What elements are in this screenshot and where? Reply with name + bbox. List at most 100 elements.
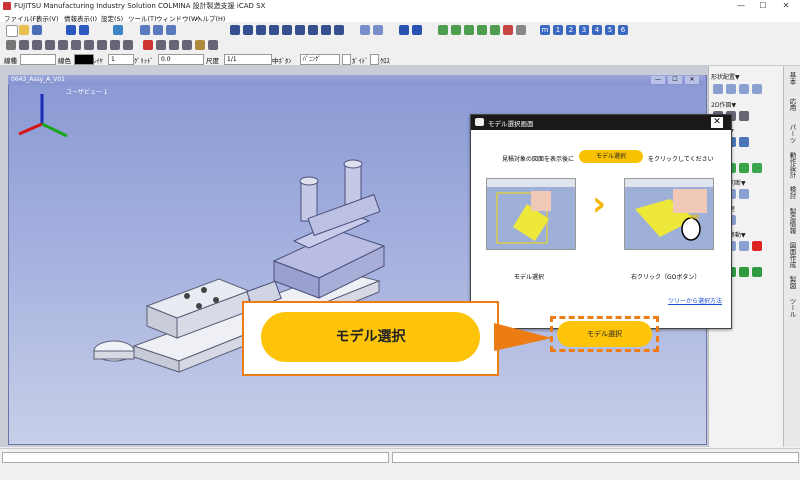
view-icon[interactable] (140, 25, 150, 35)
close-button[interactable]: ✕ (775, 0, 797, 12)
scale-select[interactable]: 1/1 (224, 54, 272, 65)
view-iso-icon[interactable] (269, 25, 279, 35)
edit-delete-icon[interactable] (752, 241, 762, 251)
search-green-3-icon[interactable] (739, 267, 749, 277)
view-3-button[interactable]: 3 (579, 25, 589, 35)
polygon-icon[interactable] (84, 40, 94, 50)
chart-icon[interactable] (503, 25, 513, 35)
move-icon[interactable] (156, 40, 166, 50)
menu-settings[interactable]: 設定(S) (101, 13, 123, 23)
layer-select[interactable]: 1 (108, 54, 134, 65)
rectangle-icon[interactable] (71, 40, 81, 50)
tab-drawing[interactable]: 図面作成 (787, 242, 797, 268)
layer-4-icon[interactable] (477, 25, 487, 35)
new-file-icon[interactable] (6, 25, 18, 37)
guide-checkbox[interactable] (342, 54, 351, 65)
circle-icon[interactable] (45, 40, 55, 50)
panel-section-2d[interactable]: 2D作図▼ (711, 100, 771, 109)
status-select[interactable] (392, 452, 799, 463)
model-select-big-button[interactable]: モデル選択 (261, 312, 480, 362)
tree-select-link[interactable]: ツリーから選択方法 (668, 296, 722, 305)
view-6-button[interactable]: 6 (618, 25, 628, 35)
view-user-icon[interactable] (334, 25, 344, 35)
attr-green-4-icon[interactable] (752, 163, 762, 173)
chamfer-icon[interactable] (739, 189, 749, 199)
viewport-close-button[interactable]: ✕ (685, 76, 699, 84)
offset-icon[interactable] (110, 40, 120, 50)
tab-tools[interactable]: ツール (787, 298, 797, 318)
point-icon[interactable] (19, 40, 29, 50)
attr-green-3-icon[interactable] (739, 163, 749, 173)
view-side-icon[interactable] (256, 25, 266, 35)
line-icon[interactable] (32, 40, 42, 50)
view-1-button[interactable]: 1 (553, 25, 563, 35)
trim-icon[interactable] (123, 40, 133, 50)
view-back-icon[interactable] (282, 25, 292, 35)
menu-info[interactable]: 情報表示(I) (64, 13, 97, 23)
model-select-button[interactable]: モデル選択 (557, 321, 652, 347)
edit-copy-icon[interactable] (739, 241, 749, 251)
view-bottom-icon[interactable] (295, 25, 305, 35)
menu-view[interactable]: 表示(V) (36, 13, 59, 23)
cylinder-shape-icon[interactable] (726, 84, 736, 94)
grid-select[interactable]: 0.0 (158, 54, 204, 65)
menu-tools[interactable]: ツール(T) (128, 13, 157, 23)
redo-arrow-icon[interactable] (79, 25, 89, 35)
view-front-icon[interactable] (230, 25, 240, 35)
search-green-4-icon[interactable] (752, 267, 762, 277)
save-icon[interactable] (32, 25, 42, 35)
menu-window[interactable]: ウィンドウ(W) (156, 13, 200, 23)
tab-drafting[interactable]: 製図 (787, 276, 797, 289)
cross-checkbox[interactable] (370, 54, 379, 65)
view-5-button[interactable]: 5 (605, 25, 615, 35)
pan-icon[interactable] (153, 25, 163, 35)
spline-icon[interactable] (97, 40, 107, 50)
panel-section-shape[interactable]: 形状配置▼ (711, 72, 771, 81)
arc-icon[interactable] (58, 40, 68, 50)
2d-circle-icon[interactable] (739, 111, 749, 121)
view-2-button[interactable]: 2 (566, 25, 576, 35)
menu-file[interactable]: ファイル(F) (4, 13, 39, 23)
regenerate-icon[interactable] (412, 25, 422, 35)
box-shape-icon[interactable] (713, 84, 723, 94)
zoom-icon[interactable] (113, 25, 123, 35)
tab-motion-design[interactable]: 動作設計 (787, 152, 797, 178)
rotate-icon[interactable] (166, 25, 176, 35)
viewport-minimize-button[interactable]: — (651, 76, 665, 84)
view-4-button[interactable]: 4 (592, 25, 602, 35)
select-icon[interactable] (6, 40, 16, 50)
sphere-shape-icon[interactable] (752, 84, 762, 94)
line-type-select[interactable] (20, 54, 56, 65)
refresh-icon[interactable] (399, 25, 409, 35)
tab-review[interactable]: 検討 (787, 186, 797, 199)
copy-icon[interactable] (169, 40, 179, 50)
dialog-close-button[interactable]: ✕ (711, 117, 723, 128)
open-file-icon[interactable] (19, 25, 29, 35)
view-right-icon[interactable] (321, 25, 331, 35)
dimension-icon[interactable] (195, 40, 205, 50)
layer-5-icon[interactable] (490, 25, 500, 35)
view-left-icon[interactable] (308, 25, 318, 35)
view-top-icon[interactable] (243, 25, 253, 35)
undo-arrow-icon[interactable] (66, 25, 76, 35)
tab-manufacturing-info[interactable]: 製造情報 (787, 208, 797, 234)
tab-basic[interactable]: 基本 (787, 72, 797, 85)
tab-parts[interactable]: パーツ (787, 124, 797, 144)
mirror-icon[interactable] (182, 40, 192, 50)
view-m-button[interactable]: m (540, 25, 550, 35)
text-icon[interactable] (208, 40, 218, 50)
layer-3-icon[interactable] (464, 25, 474, 35)
cone-shape-icon[interactable] (739, 84, 749, 94)
minimize-button[interactable]: — (730, 0, 752, 12)
layer-2-icon[interactable] (451, 25, 461, 35)
center-button-select[interactable]: ﾊﾟﾆﾝｸﾞ (300, 54, 340, 65)
layer-1-icon[interactable] (438, 25, 448, 35)
sweep-icon[interactable] (739, 137, 749, 147)
maximize-button[interactable]: ☐ (752, 0, 774, 12)
menu-help[interactable]: ヘルプ(H) (196, 13, 225, 23)
settings-icon[interactable] (516, 25, 526, 35)
shading-icon[interactable] (373, 25, 383, 35)
line-color-swatch[interactable] (74, 54, 94, 65)
tab-applied[interactable]: 応用 (787, 98, 797, 111)
delete-icon[interactable] (143, 40, 153, 50)
